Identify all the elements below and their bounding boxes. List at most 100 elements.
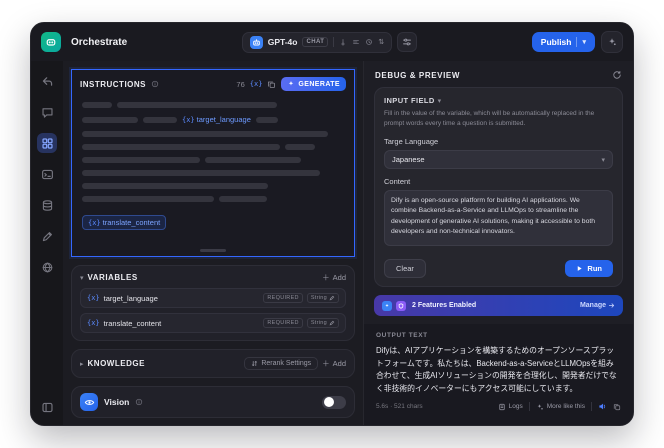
- vision-toggle[interactable]: [322, 395, 346, 409]
- knowledge-card: ▸ KNOWLEDGE Rerank Settings ＋ Add: [71, 349, 355, 378]
- app-logo-icon: [41, 32, 61, 52]
- char-count: 76: [236, 79, 245, 89]
- chevron-down-icon: ▾: [80, 274, 84, 282]
- vision-card: Vision: [71, 386, 355, 418]
- vision-label: Vision: [104, 397, 130, 407]
- sidebar-item-api[interactable]: [37, 164, 57, 184]
- manage-features-button[interactable]: Manage: [580, 302, 615, 309]
- play-icon: [578, 266, 583, 272]
- variable-icon: {x}: [87, 294, 100, 302]
- chevron-right-icon[interactable]: ▸: [80, 360, 84, 368]
- sparkle-icon: [537, 403, 543, 409]
- sidebar-item-annotation[interactable]: [37, 226, 57, 246]
- sidebar-item-site[interactable]: [37, 257, 57, 277]
- skeleton-line: {x} target_language: [82, 115, 344, 124]
- features-bar: 2 Features Enabled Manage: [374, 295, 623, 317]
- input-field-header[interactable]: INPUT FIELD ▾: [384, 96, 613, 105]
- variable-name: target_language: [103, 293, 158, 303]
- debug-panel: DEBUG & PREVIEW INPUT FIELD ▾ Fill in th…: [363, 61, 633, 425]
- content-textarea[interactable]: Dify is an open-source platform for buil…: [384, 190, 613, 247]
- model-settings-button[interactable]: [397, 32, 418, 52]
- required-badge: REQUIRED: [263, 293, 303, 303]
- divider: [333, 37, 335, 47]
- variable-row[interactable]: {x} translate_content REQUIRED String: [80, 313, 346, 333]
- run-button[interactable]: Run: [565, 260, 613, 278]
- sidebar: [31, 61, 63, 425]
- arrow-right-icon: [608, 303, 615, 308]
- instructions-header: INSTRUCTIONS 76 {x} GENERATE: [72, 70, 354, 96]
- variable-token-chip: {x} translate_content: [82, 215, 167, 230]
- prompt-editor[interactable]: {x} target_language {x} translate_content: [72, 96, 354, 256]
- max-tokens-icon: [352, 38, 360, 46]
- input-field-card: INPUT FIELD ▾ Fill in the value of the v…: [374, 87, 623, 288]
- app-window: Orchestrate GPT-4o CHAT ⇅ Publish ▾ INST…: [30, 22, 634, 426]
- toggle-knob: [323, 397, 334, 407]
- vision-icon: [80, 393, 98, 411]
- temperature-icon: [339, 38, 347, 46]
- logs-button[interactable]: Logs: [498, 403, 523, 411]
- required-badge: REQUIRED: [263, 318, 303, 328]
- publish-button[interactable]: Publish ▾: [531, 32, 595, 52]
- generate-button[interactable]: GENERATE: [281, 77, 346, 91]
- clear-button[interactable]: Clear: [384, 259, 426, 279]
- chevron-down-icon: ▾: [601, 156, 605, 164]
- header: Orchestrate GPT-4o CHAT ⇅ Publish ▾: [31, 23, 633, 61]
- header-actions: Publish ▾: [531, 31, 623, 53]
- sparkle-icon: [289, 81, 294, 86]
- input-field-description: Fill in the value of the variable, which…: [384, 110, 595, 128]
- page: Orchestrate GPT-4o CHAT ⇅ Publish ▾ INST…: [0, 0, 664, 448]
- add-knowledge-button[interactable]: ＋ Add: [322, 358, 346, 369]
- resize-handle[interactable]: [200, 249, 226, 252]
- output-section: OUTPUT TEXT Difyは、AIアプリケーションを構築するためのオープン…: [364, 324, 633, 425]
- features-enabled-text: 2 Features Enabled: [412, 302, 477, 310]
- body: INSTRUCTIONS 76 {x} GENERATE {x} target_…: [31, 61, 633, 425]
- divider: [591, 402, 592, 411]
- model-selector[interactable]: GPT-4o CHAT ⇅: [241, 31, 393, 53]
- publish-label: Publish: [540, 37, 572, 47]
- sidebar-item-orchestrate[interactable]: [37, 133, 57, 153]
- output-text: Difyは、AIアプリケーションを構築するためのオープンソースプラットフォームで…: [376, 346, 617, 393]
- variable-icon: {x}: [87, 319, 100, 327]
- chevron-updown-icon: ⇅: [378, 39, 385, 46]
- model-mode-badge: CHAT: [302, 37, 329, 47]
- refresh-icon[interactable]: [612, 70, 622, 80]
- instructions-card: INSTRUCTIONS 76 {x} GENERATE {x} target_…: [71, 69, 355, 257]
- sidebar-item-logs[interactable]: [37, 195, 57, 215]
- instructions-title: INSTRUCTIONS: [80, 79, 146, 89]
- skeleton-line: [82, 144, 344, 150]
- add-variable-button[interactable]: ＋ Add: [322, 272, 346, 283]
- copy-output-icon[interactable]: [613, 403, 621, 411]
- chevron-down-icon: ▾: [582, 39, 586, 46]
- skeleton-line: [82, 102, 344, 108]
- rerank-settings-button[interactable]: Rerank Settings: [244, 357, 319, 370]
- type-badge[interactable]: String: [306, 318, 339, 328]
- model-icon: [249, 35, 263, 49]
- insert-variable-icon[interactable]: {x}: [250, 80, 263, 88]
- back-button[interactable]: [37, 71, 57, 91]
- knowledge-title: KNOWLEDGE: [87, 359, 145, 368]
- sidebar-item-chat[interactable]: [37, 102, 57, 122]
- model-bar: GPT-4o CHAT ⇅: [135, 31, 524, 53]
- type-badge[interactable]: String: [306, 293, 339, 303]
- more-like-this-button[interactable]: More like this: [536, 403, 585, 411]
- debug-title: DEBUG & PREVIEW: [375, 70, 461, 80]
- variables-card: ▾ VARIABLES ＋ Add {x} target_language RE…: [71, 265, 355, 341]
- skeleton-line: [82, 183, 344, 189]
- variable-row[interactable]: {x} target_language REQUIRED String: [80, 288, 346, 308]
- content-label: Content: [384, 177, 411, 187]
- params-icon: [365, 38, 373, 46]
- variables-header[interactable]: ▾ VARIABLES ＋ Add: [80, 272, 346, 283]
- feature-citation-icon: [382, 300, 392, 311]
- assistant-button[interactable]: [601, 31, 623, 53]
- rerank-icon: [252, 360, 258, 367]
- copy-icon[interactable]: [267, 80, 276, 89]
- output-title: OUTPUT TEXT: [376, 332, 428, 340]
- generate-label: GENERATE: [298, 80, 340, 88]
- edit-icon: [329, 295, 335, 301]
- skeleton-line: [82, 196, 344, 202]
- variables-title: VARIABLES: [87, 273, 138, 282]
- speaker-icon[interactable]: [598, 402, 607, 411]
- skeleton-line: [82, 170, 344, 176]
- collapse-panel-button[interactable]: [37, 397, 57, 417]
- target-language-select[interactable]: Japanese ▾: [384, 150, 613, 170]
